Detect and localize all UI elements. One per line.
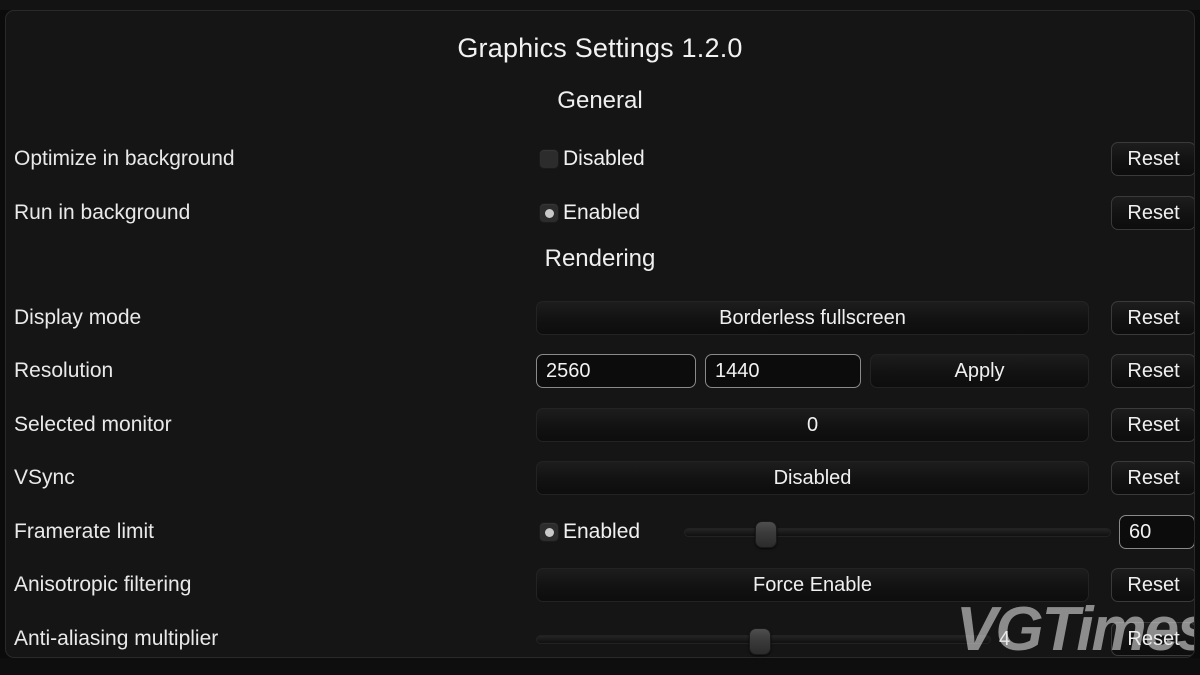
label-run-in-background: Run in background [14, 201, 191, 224]
framerate-limit-value-input[interactable]: 60 [1119, 515, 1194, 549]
label-display-mode: Display mode [14, 306, 142, 329]
slider-handle[interactable] [748, 628, 771, 655]
row-optimize-in-background: Optimize in background Disabled Reset [6, 138, 1194, 180]
reset-button-optimize-in-background[interactable]: Reset [1111, 142, 1194, 176]
label-optimize-in-background: Optimize in background [14, 147, 235, 170]
dropdown-display-mode[interactable]: Borderless fullscreen [536, 301, 1089, 335]
dropdown-selected-monitor[interactable]: 0 [536, 408, 1089, 442]
resolution-width-input[interactable]: 2560 [536, 354, 696, 388]
dropdown-vsync[interactable]: Disabled [536, 461, 1089, 495]
row-anisotropic-filtering: Anisotropic filtering Force Enable Reset [6, 564, 1194, 606]
reset-button-display-mode[interactable]: Reset [1111, 301, 1194, 335]
reset-button-anisotropic-filtering[interactable]: Reset [1111, 568, 1194, 602]
checkbox-checked-icon[interactable] [539, 522, 559, 542]
section-header-general: General [557, 87, 643, 114]
reset-button-vsync[interactable]: Reset [1111, 461, 1194, 495]
page-title: Graphics Settings 1.2.0 [457, 33, 743, 63]
state-label-framerate-limit: Enabled [563, 520, 641, 543]
toggle-framerate-limit[interactable]: Enabled [539, 511, 640, 553]
toggle-optimize-in-background[interactable]: Disabled [539, 138, 645, 180]
row-framerate-limit: Framerate limit Enabled 60 [6, 511, 1194, 553]
row-display-mode: Display mode Borderless fullscreen Reset [6, 297, 1194, 339]
row-anti-aliasing-multiplier: Anti-aliasing multiplier 4 Reset [6, 618, 1194, 657]
slider-anti-aliasing-multiplier[interactable] [536, 622, 991, 656]
dropdown-anisotropic-filtering[interactable]: Force Enable [536, 568, 1089, 602]
label-resolution: Resolution [14, 359, 114, 382]
slider-framerate-limit[interactable] [684, 515, 1111, 549]
reset-button-resolution[interactable]: Reset [1111, 354, 1194, 388]
state-label-optimize-in-background: Disabled [563, 147, 645, 170]
toggle-run-in-background[interactable]: Enabled [539, 192, 640, 234]
label-framerate-limit: Framerate limit [14, 520, 155, 543]
reset-button-selected-monitor[interactable]: Reset [1111, 408, 1194, 442]
reset-button-run-in-background[interactable]: Reset [1111, 196, 1194, 230]
reset-button-anti-aliasing-multiplier[interactable]: Reset [1111, 622, 1194, 656]
label-anti-aliasing-multiplier: Anti-aliasing multiplier [14, 627, 219, 650]
resolution-height-input[interactable]: 1440 [705, 354, 861, 388]
apply-button-resolution[interactable]: Apply [870, 354, 1089, 388]
bottom-strip [0, 658, 1200, 675]
state-label-run-in-background: Enabled [563, 201, 641, 224]
settings-panel: Graphics Settings 1.2.0 General Optimize… [5, 10, 1195, 658]
anti-aliasing-multiplier-value: 4 [999, 628, 1011, 650]
row-run-in-background: Run in background Enabled Reset [6, 192, 1194, 234]
settings-screen: Graphics Settings 1.2.0 General Optimize… [0, 0, 1200, 675]
slider-handle[interactable] [755, 521, 778, 548]
label-anisotropic-filtering: Anisotropic filtering [14, 573, 192, 596]
checkbox-checked-icon[interactable] [539, 203, 559, 223]
checkbox-icon[interactable] [539, 149, 559, 169]
label-selected-monitor: Selected monitor [14, 413, 172, 436]
row-resolution: Resolution 2560 1440 Apply Reset [6, 350, 1194, 392]
slider-track[interactable] [684, 528, 1111, 537]
section-header-rendering: Rendering [544, 245, 656, 272]
row-vsync: VSync Disabled Reset [6, 457, 1194, 499]
label-vsync: VSync [14, 466, 75, 489]
row-selected-monitor: Selected monitor 0 Reset [6, 404, 1194, 446]
top-strip [0, 0, 1200, 10]
